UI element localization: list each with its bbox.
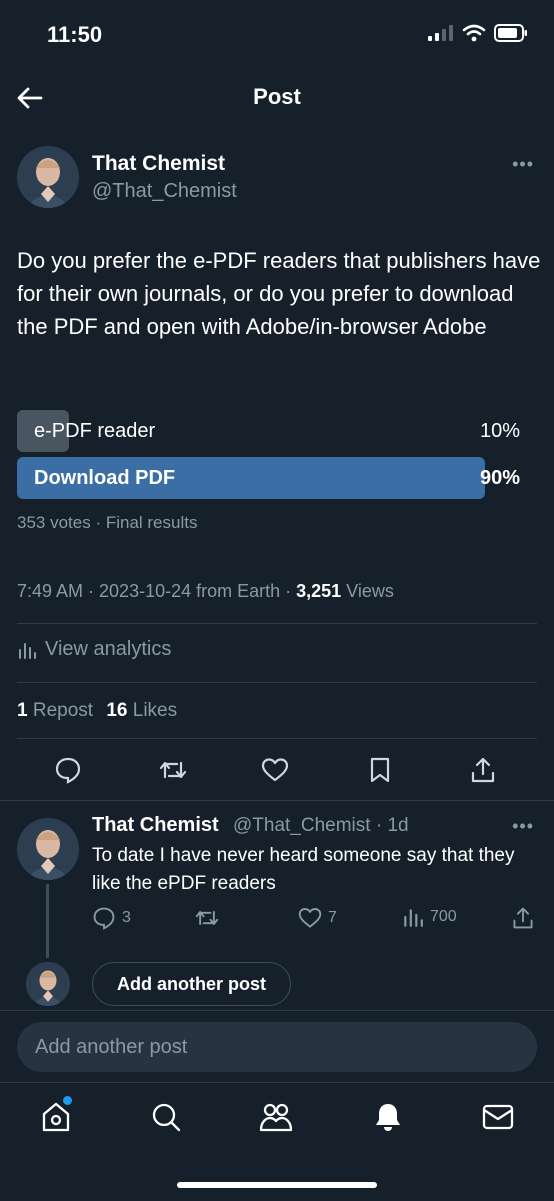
divider [0, 800, 554, 801]
status-icons [428, 24, 528, 42]
repost-icon [195, 911, 219, 925]
status-time: 11:50 [47, 22, 103, 47]
nav-notifications[interactable] [372, 1101, 404, 1138]
engagement-stats: 1 Repost 16 Likes [17, 700, 177, 722]
likes-count: 16 [106, 700, 128, 721]
reply-icon [93, 907, 115, 930]
reply-share-button[interactable] [511, 906, 535, 930]
bell-icon [376, 1104, 400, 1131]
post-timestamp: 7:49 AM · 2023-10-24 from Earth · [17, 581, 297, 601]
reply-likes-count: 7 [328, 909, 337, 926]
add-another-post-button[interactable]: Add another post [92, 962, 291, 1006]
share-icon [513, 907, 533, 929]
reply-author-name[interactable]: That Chemist [92, 814, 219, 837]
reply-replies-count: 3 [122, 909, 131, 926]
home-icon [42, 1102, 70, 1132]
poll-option-download-label: Download PDF [34, 467, 176, 489]
reply-icon[interactable] [54, 756, 82, 784]
views-count: 3,251 [296, 581, 342, 601]
like-icon[interactable] [261, 756, 289, 784]
poll-option-epdf-label: e-PDF reader [34, 420, 156, 442]
divider [0, 1010, 554, 1011]
post-action-bar [0, 754, 554, 788]
cellular-signal-icon [428, 25, 453, 41]
post-text: Do you prefer the e-PDF readers that pub… [17, 248, 541, 339]
view-analytics-label[interactable]: View analytics [45, 638, 171, 661]
search-icon [152, 1103, 181, 1132]
poll-summary: 353 votes · Final results [17, 513, 198, 532]
post-meta: 7:49 AM · 2023-10-24 from Earth · 3,251 … [17, 581, 394, 602]
reply-composer-input[interactable]: Add another post [17, 1022, 537, 1072]
like-icon [298, 908, 322, 928]
divider [17, 738, 537, 739]
reply-views-button[interactable]: 700 [402, 906, 457, 928]
nav-home[interactable] [40, 1096, 72, 1138]
nav-messages[interactable] [482, 1103, 514, 1136]
reply-reply-button[interactable]: 3 [92, 906, 131, 930]
reply-like-button[interactable]: 7 [298, 906, 337, 930]
reposts-link[interactable]: 1 Repost [17, 700, 93, 721]
analytics-icon [19, 642, 36, 659]
nav-communities[interactable] [259, 1101, 293, 1138]
battery-icon [494, 24, 527, 42]
thread-line [46, 884, 49, 958]
reply-views-count: 700 [430, 908, 457, 925]
likes-label: Likes [132, 700, 178, 721]
reposts-label: Repost [32, 700, 94, 721]
author-handle[interactable]: @That_Chemist [92, 180, 237, 203]
notification-dot [63, 1096, 72, 1105]
analytics-icon [404, 909, 423, 927]
likes-link[interactable]: 16 Likes [106, 700, 177, 721]
reply-author-handle[interactable]: @That_Chemist · 1d [233, 815, 409, 837]
divider [17, 623, 537, 624]
poll-option-download-percent: 90% [479, 467, 520, 489]
poll-option-download-pdf: Download PDF 90% [17, 457, 537, 499]
wifi-icon [462, 24, 486, 42]
reply-author-avatar[interactable] [17, 818, 79, 880]
divider [17, 682, 537, 683]
communities-icon [259, 1103, 293, 1132]
bookmark-icon[interactable] [366, 756, 394, 784]
my-avatar [26, 962, 70, 1006]
page-title: Post [253, 84, 301, 109]
nav-search[interactable] [150, 1101, 182, 1138]
share-icon[interactable] [469, 756, 497, 784]
author-avatar[interactable] [17, 146, 79, 208]
reply-repost-button[interactable] [194, 906, 220, 930]
view-analytics-link[interactable]: View analytics [17, 638, 171, 661]
post-more-icon[interactable]: ••• [512, 154, 534, 175]
poll-option-epdf-reader: e-PDF reader 10% [17, 410, 537, 452]
reply-more-icon[interactable]: ••• [512, 816, 534, 837]
reposts-count: 1 [17, 700, 28, 721]
poll-option-epdf-percent: 10% [479, 420, 520, 442]
home-indicator [177, 1182, 377, 1188]
reply-text: To date I have never heard someone say t… [92, 845, 515, 894]
author-name[interactable]: That Chemist [92, 152, 225, 176]
mail-icon [482, 1104, 514, 1130]
views-label: Views [341, 581, 394, 601]
repost-icon[interactable] [159, 756, 187, 784]
